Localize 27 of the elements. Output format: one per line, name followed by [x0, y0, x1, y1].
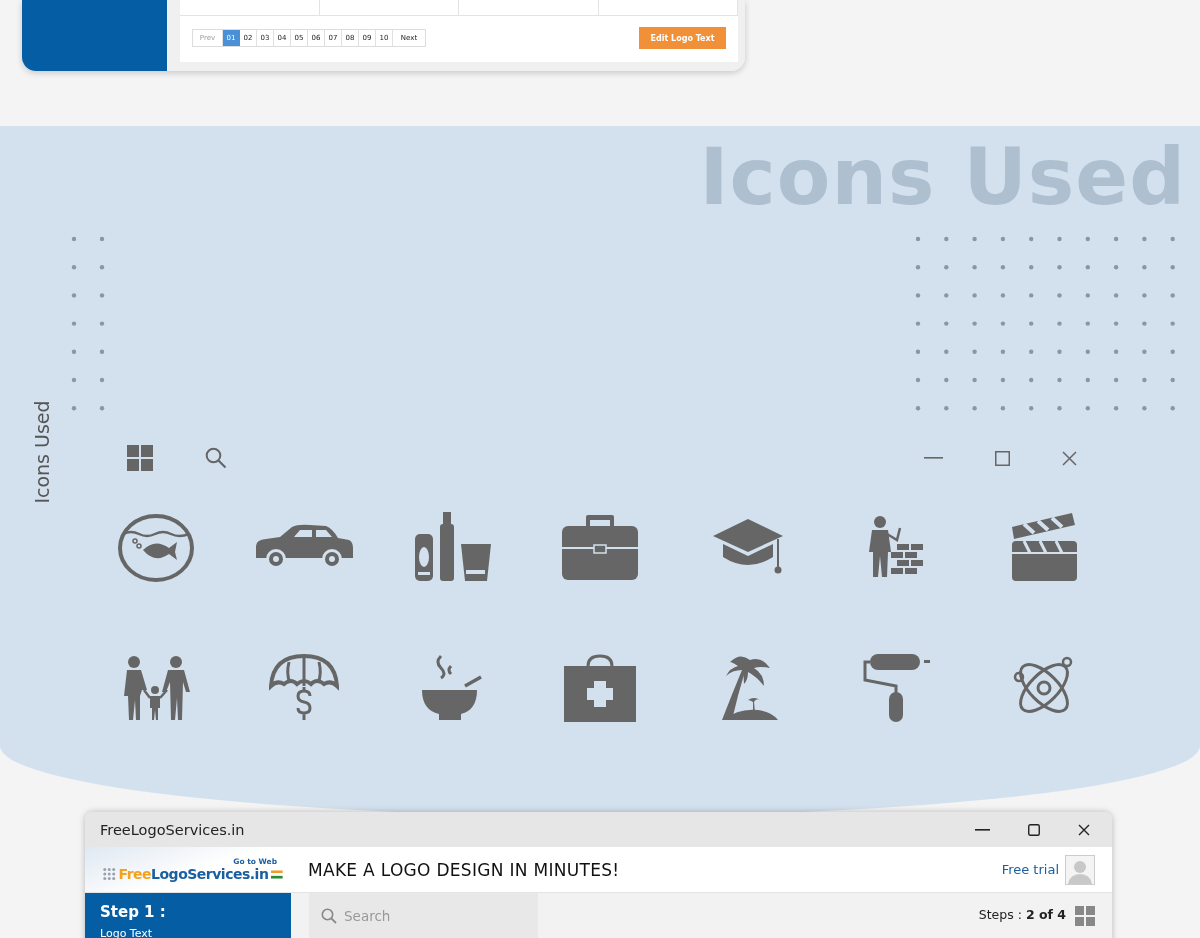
search-icon[interactable] — [205, 447, 227, 469]
dots-icon — [103, 867, 116, 881]
clapperboard-icon — [1010, 513, 1078, 581]
window-title: FreeLogoServices.in — [100, 821, 245, 838]
search-field[interactable]: Search — [309, 893, 538, 938]
paint-roller-icon — [862, 654, 930, 722]
fishbowl-icon — [117, 512, 195, 582]
graduation-cap-icon — [713, 519, 783, 575]
close-icon[interactable] — [1078, 823, 1090, 836]
grid-icon[interactable] — [1075, 906, 1095, 926]
maximize-icon[interactable] — [1028, 823, 1040, 836]
windows-icon[interactable] — [127, 445, 153, 471]
search-icon — [321, 908, 337, 924]
briefcase-icon — [562, 514, 638, 580]
minimize-icon[interactable] — [975, 828, 990, 831]
bricklayer-icon — [867, 516, 925, 578]
brand-name: FreeLogoServices.in — [118, 866, 269, 882]
flag-icon — [271, 869, 283, 879]
side-label: Icons Used — [31, 399, 53, 506]
steps-counter: Steps : 2 of 4 — [978, 907, 1066, 922]
step-title: Step 1 : — [100, 903, 167, 921]
bottles-icon — [413, 512, 491, 582]
free-trial-link[interactable]: Free trial — [1001, 862, 1059, 877]
bowl-icon — [421, 654, 483, 722]
first-aid-kit-icon — [564, 654, 636, 722]
umbrella-dollar-icon — [269, 654, 339, 722]
headline: MAKE A LOGO DESIGN IN MINUTES! — [308, 859, 620, 880]
